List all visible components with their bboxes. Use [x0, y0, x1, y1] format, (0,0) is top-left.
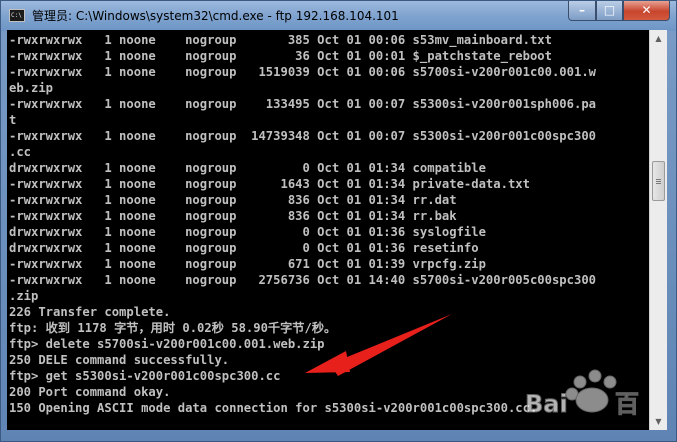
console-line: ftp> delete s5700si-v200r001c00.001.web.…: [9, 337, 325, 351]
maximize-button[interactable]: □: [596, 1, 623, 21]
console-line: drwxrwxrwx 1 noone nogroup 0 Oct 01 01:3…: [9, 241, 479, 255]
console-line: -rwxrwxrwx 1 noone nogroup 14739348 Oct …: [9, 129, 596, 143]
console-line: ftp: 收到 1178 字节，用时 0.02秒 58.90千字节/秒。: [9, 321, 337, 335]
console-output[interactable]: -rwxrwxrwx 1 noone nogroup 385 Oct 01 00…: [7, 30, 649, 430]
console-line: -rwxrwxrwx 1 noone nogroup 671 Oct 01 01…: [9, 257, 486, 271]
grip-line: [656, 179, 661, 181]
console-lines: -rwxrwxrwx 1 noone nogroup 385 Oct 01 00…: [9, 32, 596, 416]
scroll-up-icon[interactable]: ▲: [650, 30, 667, 47]
console-line: 250 DELE command successfully.: [9, 353, 230, 367]
console-line: drwxrwxrwx 1 noone nogroup 0 Oct 01 01:3…: [9, 161, 486, 175]
console-line: 150 Opening ASCII mode data connection f…: [9, 401, 538, 415]
console-line: 200 Port command okay.: [9, 385, 171, 399]
console-line: -rwxrwxrwx 1 noone nogroup 133495 Oct 01…: [9, 97, 596, 111]
console-line: t: [9, 113, 17, 127]
console-line: -rwxrwxrwx 1 noone nogroup 836 Oct 01 01…: [9, 209, 457, 223]
console-line: -rwxrwxrwx 1 noone nogroup 385 Oct 01 00…: [9, 33, 552, 47]
console-line: -rwxrwxrwx 1 noone nogroup 2756736 Oct 0…: [9, 273, 596, 287]
vertical-scrollbar[interactable]: ▲ ▼: [649, 30, 667, 430]
console-line: eb.zip: [9, 81, 54, 95]
grip-line: [656, 181, 661, 183]
scroll-down-icon[interactable]: ▼: [650, 413, 667, 430]
console-line: -rwxrwxrwx 1 noone nogroup 836 Oct 01 01…: [9, 193, 457, 207]
console-line: -rwxrwxrwx 1 noone nogroup 1519039 Oct 0…: [9, 65, 596, 79]
console-line: -rwxrwxrwx 1 noone nogroup 1643 Oct 01 0…: [9, 177, 530, 191]
title-bar[interactable]: C:\ 管理员: C:\Windows\system32\cmd.exe - f…: [1, 1, 676, 31]
console-line: 226 Transfer complete.: [9, 305, 171, 319]
cmd-icon[interactable]: C:\: [9, 9, 25, 22]
scroll-thumb[interactable]: [652, 161, 665, 202]
console-line: ftp> get s5300si-v200r001c00spc300.cc: [9, 369, 281, 383]
grip-line: [656, 183, 661, 185]
minimize-button[interactable]: –: [568, 1, 596, 21]
console-line: drwxrwxrwx 1 noone nogroup 0 Oct 01 01:3…: [9, 225, 486, 239]
window-title: 管理员: C:\Windows\system32\cmd.exe - ftp 1…: [32, 9, 399, 23]
console-line: .zip: [9, 289, 39, 303]
console-line: -rwxrwxrwx 1 noone nogroup 36 Oct 01 00:…: [9, 49, 552, 63]
console-line: .cc: [9, 145, 32, 159]
close-button[interactable]: ✕: [623, 1, 670, 21]
